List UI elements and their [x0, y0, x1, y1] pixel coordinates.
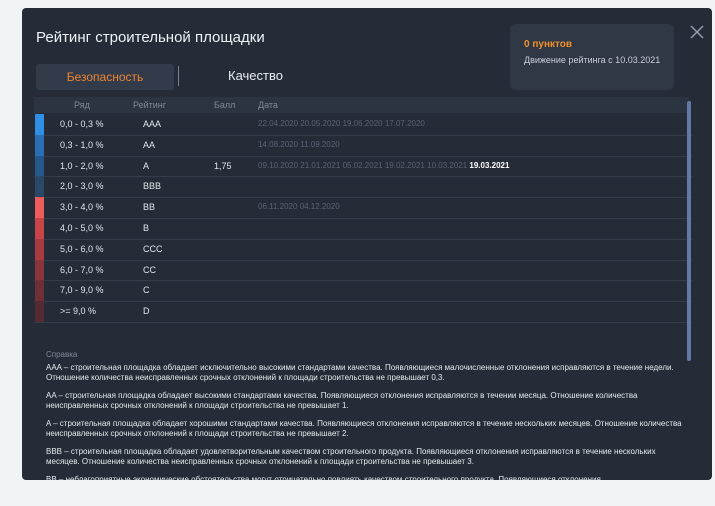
row-rating: CC — [143, 264, 156, 275]
row-divider — [34, 322, 692, 323]
points-card: 0 пунктов Движение рейтинга с 10.03.2021 — [510, 24, 674, 90]
rating-date: 11.09.2020 — [300, 139, 340, 149]
row-score: 1,75 — [214, 160, 232, 171]
row-divider — [34, 176, 692, 178]
row-range: 4,0 - 5,0 % — [60, 223, 104, 233]
rating-date: 09.10.2020 — [258, 160, 299, 170]
row-divider — [34, 134, 692, 136]
header-range: Ряд — [74, 100, 90, 110]
rating-color-swatch — [35, 176, 44, 198]
rating-date: 19.02.2021 — [384, 160, 425, 170]
row-range: 0,3 - 1,0 % — [60, 139, 104, 150]
rating-modal: Рейтинг строительной площадки 0 пунктов … — [22, 8, 712, 480]
reference-paragraph: BBB – строительная площадка обладает удо… — [46, 447, 656, 466]
modal-title: Рейтинг строительной площадки — [36, 29, 265, 46]
rating-date: 21.01.2021 — [300, 160, 341, 170]
tab-safety[interactable]: Безопасность — [36, 64, 174, 90]
reference-paragraph: AA – строительная площадка обладает высо… — [46, 391, 638, 410]
reference-paragraph: AAA – строительная площадка обладает иск… — [46, 363, 674, 382]
reference-paragraph: BB – неблагоприятные экономические обсто… — [46, 475, 601, 480]
reference-title: Справка — [46, 350, 78, 359]
row-rating: D — [143, 306, 150, 317]
row-rating: B — [143, 223, 150, 233]
row-dates: 06.11.2020 04.12.2020 — [258, 201, 340, 213]
row-range: 2,0 - 3,0 % — [60, 181, 104, 192]
row-rating: AAA — [143, 119, 162, 129]
row-range: 5,0 - 6,0 % — [60, 243, 104, 254]
row-range: 3,0 - 4,0 % — [60, 202, 104, 213]
row-divider — [34, 301, 692, 303]
rating-color-swatch — [35, 238, 44, 260]
tab-quality[interactable]: Качество — [228, 66, 283, 86]
rating-date: 17.07.2020 — [384, 119, 425, 128]
rating-color-swatch — [35, 197, 44, 218]
rating-color-swatch — [35, 155, 44, 177]
row-divider — [34, 155, 692, 157]
header-date: Дата — [258, 100, 278, 110]
reference-paragraph: A – строительная площадка обладает хорош… — [46, 419, 682, 438]
row-range: 0,0 - 0,3 % — [60, 119, 104, 129]
rating-color-swatch — [35, 134, 44, 156]
row-rating: BBB — [143, 181, 162, 192]
rating-color-swatch — [35, 259, 44, 281]
rating-date: 22.04.2020 — [258, 119, 299, 128]
row-dates: 09.10.2020 21.01.2021 05.02.2021 19.02.2… — [258, 160, 509, 172]
row-dates: 14.08.2020 11.09.2020 — [258, 139, 340, 151]
close-icon[interactable] — [689, 24, 705, 40]
row-rating: AA — [143, 139, 156, 150]
rating-color-swatch — [35, 301, 44, 322]
row-rating: CCC — [143, 243, 163, 254]
tab-divider — [178, 66, 179, 86]
header-score: Балл — [214, 100, 236, 110]
row-rating: BB — [143, 202, 156, 213]
row-divider — [34, 197, 692, 199]
row-rating: C — [143, 285, 150, 296]
points-title: 0 пунктов — [524, 39, 573, 50]
rating-date: 19.06.2020 — [342, 119, 383, 128]
rating-color-swatch — [35, 218, 44, 239]
row-range: 6,0 - 7,0 % — [60, 264, 104, 275]
rating-date: 04.12.2020 — [299, 202, 340, 212]
header-rating: Рейтинг — [133, 100, 167, 110]
scrollbar-thumb[interactable] — [687, 101, 691, 361]
rating-date: 14.08.2020 — [258, 139, 299, 149]
points-subtitle: Движение рейтинга с 10.03.2021 — [524, 55, 661, 65]
row-range: 1,0 - 2,0 % — [60, 160, 104, 171]
rating-date: 10.03.2021 — [427, 160, 468, 170]
row-divider — [34, 280, 692, 282]
rating-color-swatch — [35, 280, 44, 302]
row-divider — [34, 259, 692, 261]
rating-date: 06.11.2020 — [258, 202, 298, 212]
current-rating-date: 19.03.2021 — [469, 160, 510, 170]
row-divider — [34, 218, 692, 219]
row-rating: A — [143, 160, 150, 171]
row-dates: 22.04.2020 20.05.2020 19.06.2020 17.07.2… — [258, 118, 425, 130]
rating-color-swatch — [35, 114, 44, 135]
rating-date: 20.05.2020 — [300, 119, 341, 128]
row-range: 7,0 - 9,0 % — [60, 285, 104, 296]
row-range: >= 9,0 % — [60, 306, 97, 317]
row-divider — [34, 238, 692, 240]
rating-date: 05.02.2021 — [342, 160, 383, 170]
